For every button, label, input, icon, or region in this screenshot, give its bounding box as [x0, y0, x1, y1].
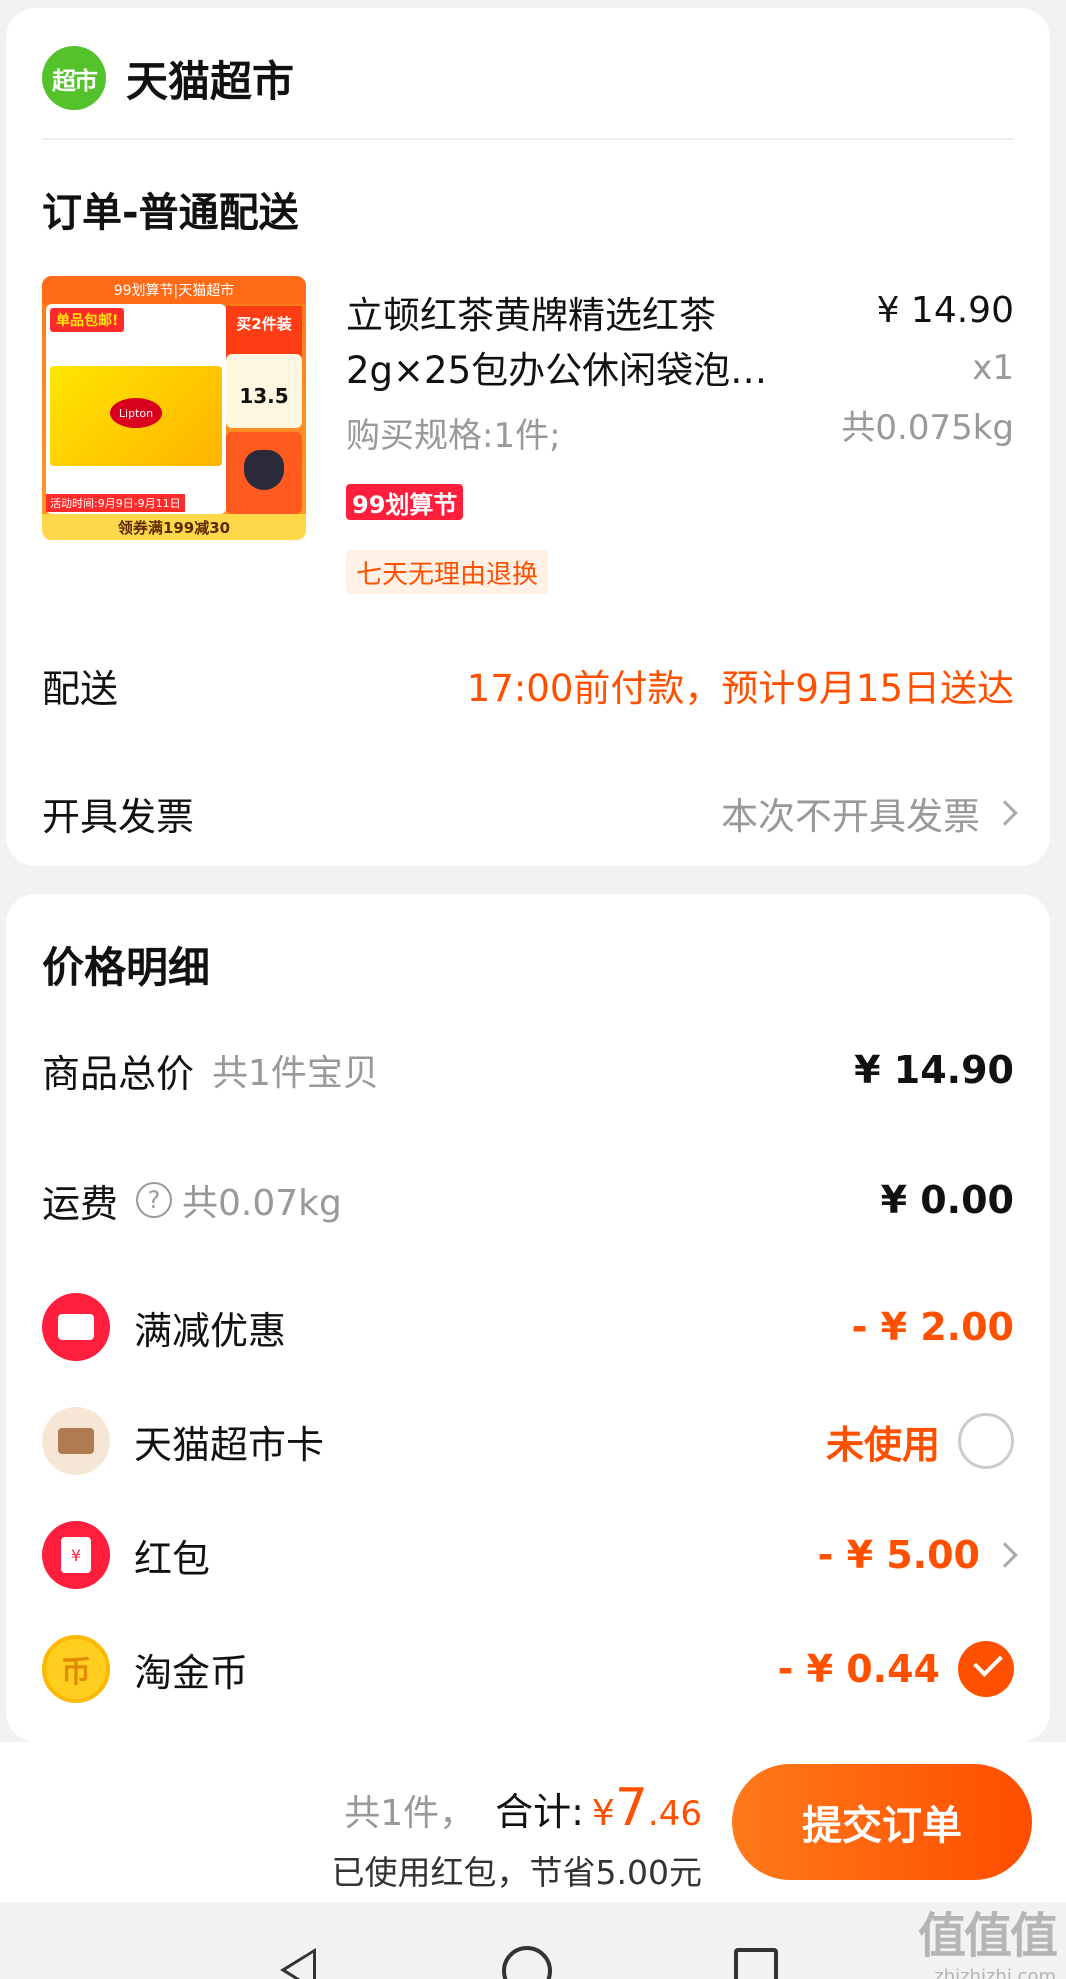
chevron-right-icon	[992, 1542, 1018, 1568]
checkout-bar: 共1件， 合计: ¥7.46 已使用红包，节省5.00元 提交订单	[0, 1742, 1066, 1902]
discount-label: 满减优惠	[134, 1308, 287, 1353]
card-icon	[42, 1407, 110, 1475]
coin-icon: 币	[42, 1635, 110, 1703]
saved-text: 已使用红包，节省5.00元	[331, 1853, 702, 1892]
promo-tag: 99划算节	[346, 484, 464, 520]
red-packet-icon-glyph: ¥	[61, 1537, 91, 1573]
delivery-label: 配送	[42, 667, 119, 711]
store-name: 天猫超市	[126, 56, 295, 106]
brand-logo: Lipton	[110, 398, 162, 428]
delivery-value: 17:00前付款，预计9月15日送达	[466, 667, 1014, 710]
tmall-card-status: 未使用	[825, 1422, 940, 1467]
sum-currency: ¥	[591, 1793, 615, 1834]
watermark-logo: 值值值	[917, 1908, 1058, 1964]
product-title[interactable]: 立顿红茶黄牌精选红茶2g×25包办公休闲袋泡…	[346, 288, 786, 398]
home-icon[interactable]	[502, 1946, 552, 1979]
discount-amount: - ¥ 2.00	[851, 1305, 1014, 1349]
watermark-url: zhizhizhi.com	[934, 1966, 1056, 1979]
coin-icon-glyph: 币	[61, 1655, 91, 1690]
image-unit-price: 13.5	[226, 354, 302, 428]
submit-order-button[interactable]: 提交订单	[732, 1764, 1032, 1880]
order-card: 超市 天猫超市 订单-普通配送 99划算节|天猫超市 单品包邮! Lipton …	[6, 8, 1050, 866]
mascot-graphic	[226, 432, 302, 514]
shipping-amount: ¥ 0.00	[880, 1178, 1014, 1222]
goods-total-sub: 共1件宝贝	[212, 1053, 379, 1094]
sum-label: 合计:	[495, 1790, 584, 1834]
store-badge-icon: 超市	[42, 46, 106, 110]
goods-total-amount: ¥ 14.90	[854, 1048, 1014, 1092]
sum-int: 7	[614, 1778, 648, 1838]
product-qty: x1	[972, 348, 1014, 388]
sum-dec: .46	[647, 1794, 702, 1834]
back-icon[interactable]	[280, 1948, 316, 1979]
shipping-sub: 共0.07kg	[182, 1183, 342, 1224]
divider	[42, 138, 1014, 140]
order-title: 订单-普通配送	[42, 190, 299, 236]
return-tag: 七天无理由退换	[346, 550, 549, 594]
invoice-label: 开具发票	[42, 795, 195, 839]
image-free-ship: 单品包邮!	[50, 308, 125, 332]
store-header[interactable]: 超市 天猫超市	[42, 42, 294, 114]
checkmark-icon[interactable]	[958, 1641, 1014, 1697]
question-icon[interactable]: ?	[136, 1182, 173, 1218]
goods-total-label: 商品总价	[42, 1051, 195, 1096]
coins-label: 淘金币	[134, 1650, 249, 1695]
red-packet-icon: ¥	[42, 1521, 110, 1589]
red-packet-row[interactable]: ¥ 红包 - ¥ 5.00	[42, 1520, 1018, 1590]
image-top-tag: 99划算节|天猫超市	[42, 276, 306, 304]
chevron-right-icon	[992, 800, 1018, 826]
image-activity: 活动时间:9月9日-9月11日	[46, 494, 185, 512]
invoice-value: 本次不开具发票	[721, 795, 980, 838]
tmall-card-label: 天猫超市卡	[134, 1422, 325, 1467]
price-detail-title: 价格明细	[42, 943, 211, 992]
goods-total-row: 商品总价 共1件宝贝 ¥ 14.90	[42, 1040, 1014, 1100]
product-price: ¥ 14.90	[876, 290, 1014, 331]
invoice-row[interactable]: 本次不开具发票	[721, 786, 1018, 840]
red-packet-amount: - ¥ 5.00	[817, 1533, 980, 1577]
shipping-row: 运费 ? 共0.07kg ¥ 0.00	[42, 1170, 1014, 1230]
red-packet-label: 红包	[134, 1536, 211, 1581]
price-detail-card: 价格明细 商品总价 共1件宝贝 ¥ 14.90 运费 ? 共0.07kg ¥ 0…	[6, 894, 1050, 1742]
coins-row[interactable]: 币 淘金币 - ¥ 0.44	[42, 1634, 1014, 1704]
discount-row[interactable]: 满减优惠 - ¥ 2.00	[42, 1292, 1014, 1362]
image-buy2-label: 买2件装	[236, 315, 292, 333]
product-weight: 共0.075kg	[841, 408, 1014, 448]
tmall-card-radio[interactable]	[958, 1413, 1014, 1469]
sum-amount: ¥7.46	[592, 1778, 702, 1838]
sum-line: 共1件， 合计: ¥7.46	[344, 1778, 702, 1838]
coupon-icon	[42, 1293, 110, 1361]
image-coupon: 领券满199减30	[42, 514, 306, 540]
tmall-card-row[interactable]: 天猫超市卡 未使用	[42, 1406, 1014, 1476]
shipping-label: 运费	[42, 1181, 119, 1226]
recent-apps-icon[interactable]	[734, 1948, 778, 1979]
system-nav-bar	[0, 1902, 1066, 1979]
coins-amount: - ¥ 0.44	[777, 1647, 940, 1691]
product-image[interactable]: 99划算节|天猫超市 单品包邮! Lipton 买2件装 13.5 活动时间:9…	[42, 276, 306, 540]
sum-count: 共1件，	[344, 1793, 476, 1834]
product-spec: 购买规格:1件;	[346, 416, 561, 456]
watermark: 值值值 zhizhizhi.com	[917, 1896, 1058, 1979]
